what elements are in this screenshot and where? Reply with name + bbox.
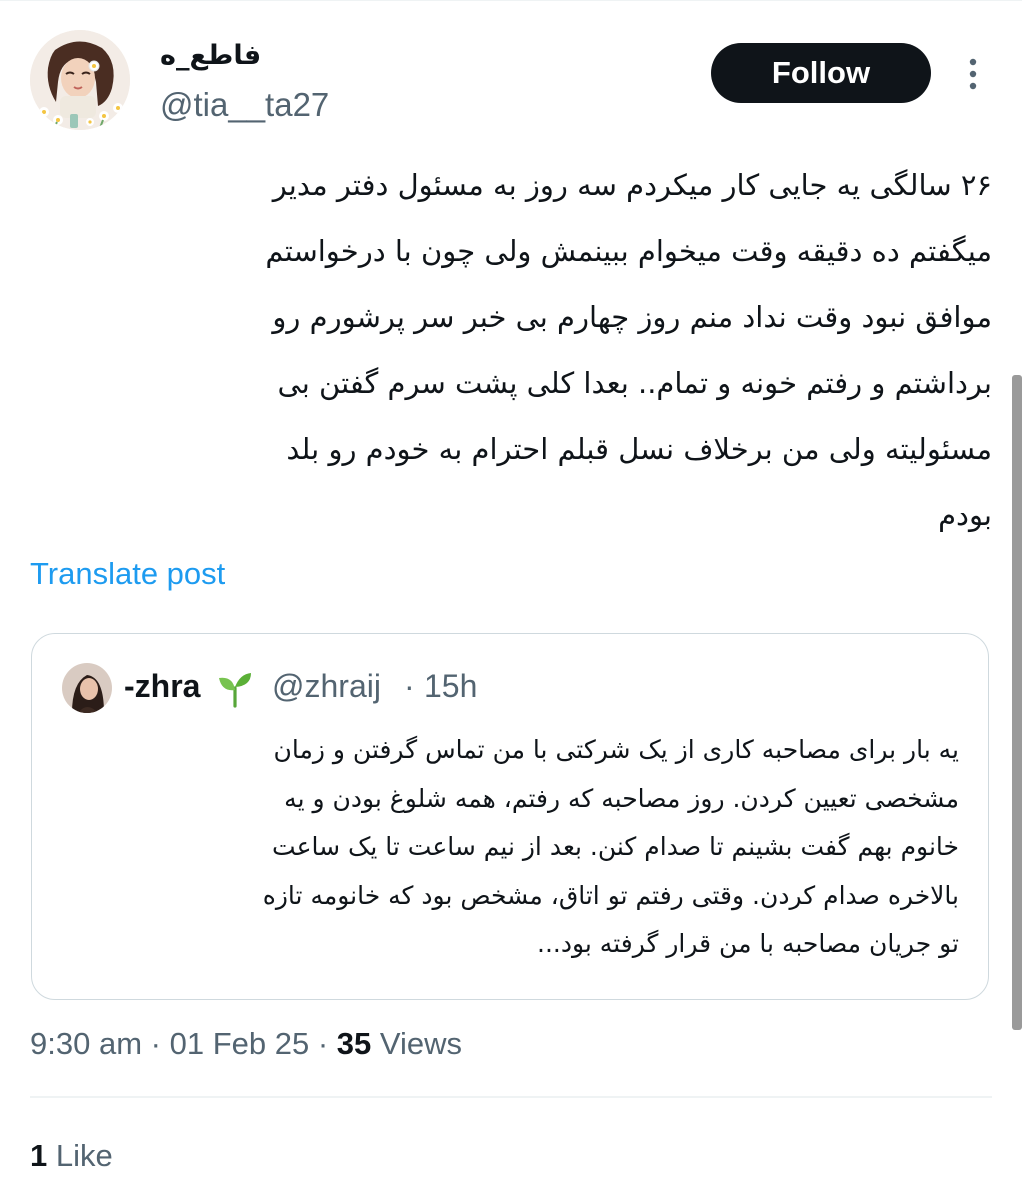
- more-options-icon[interactable]: [958, 56, 988, 92]
- views-count[interactable]: 35: [337, 1026, 371, 1061]
- quoted-line: مشخصی تعیین کردن. روز مصاحبه که رفتم، هم…: [284, 783, 959, 813]
- quoted-author-name[interactable]: -zhra: [124, 668, 200, 705]
- meta-separator: ·: [150, 1026, 161, 1061]
- top-divider: [0, 0, 1022, 1]
- meta-separator: ·: [317, 1026, 329, 1061]
- tweet-line: موافق نبود وقت نداد منم روز چهارم بی خبر…: [272, 300, 992, 334]
- like-label: Like: [55, 1138, 113, 1173]
- tweet-line: بودم: [938, 498, 992, 532]
- translate-post-link[interactable]: Translate post: [30, 556, 225, 592]
- follow-button[interactable]: Follow: [711, 43, 931, 103]
- scrollbar[interactable]: [1012, 375, 1022, 1030]
- tweet-date[interactable]: 01 Feb 25: [170, 1026, 310, 1061]
- quoted-line: تو جریان مصاحبه با من قرار گرفته بود...: [537, 929, 959, 958]
- quoted-separator: ·: [404, 668, 415, 704]
- avatar-illustration: [30, 30, 130, 130]
- tweet-time[interactable]: 9:30 am: [30, 1026, 142, 1061]
- quoted-timestamp[interactable]: 15h: [424, 668, 477, 705]
- quoted-line: خانوم بهم گفت بشینم تا صدام کنن. بعد از …: [272, 832, 959, 861]
- quoted-author-handle[interactable]: @zhraij: [272, 668, 381, 705]
- views-label[interactable]: Views: [380, 1026, 462, 1061]
- author-display-name[interactable]: فاطع_ه: [160, 40, 261, 71]
- tweet-meta: 9:30 am · 01 Feb 25 · 35 Views: [30, 1026, 462, 1062]
- seedling-icon: [216, 670, 254, 708]
- divider: [30, 1096, 992, 1098]
- quoted-tweet-text: یه بار برای مصاحبه کاری از یک شرکتی با م…: [62, 726, 959, 969]
- quoted-avatar-illustration: [62, 663, 112, 713]
- quoted-author-avatar[interactable]: [62, 663, 112, 713]
- like-count: 1: [30, 1138, 48, 1173]
- tweet-line: میگفتم ده دقیقه وقت میخوام ببینمش ولی چو…: [265, 234, 992, 268]
- tweet-line: مسئولیته ولی من برخلاف نسل قبلم احترام ب…: [286, 432, 992, 466]
- tweet-line: برداشتم و رفتم خونه و تمام.. بعدا کلی پش…: [277, 366, 992, 400]
- author-avatar[interactable]: [30, 30, 130, 130]
- author-handle[interactable]: @tia__ta27: [160, 86, 329, 124]
- quoted-line: بالاخره صدام کردن. وقتی رفتم تو اتاق، مش…: [262, 880, 959, 910]
- likes-link[interactable]: 1 Like: [30, 1138, 113, 1174]
- quoted-line: یه بار برای مصاحبه کاری از یک شرکتی با م…: [273, 735, 960, 764]
- tweet-line: ۲۶ سالگی یه جایی کار میکردم سه روز به مس…: [272, 168, 992, 202]
- quoted-tweet-card[interactable]: -zhra @zhraij · 15h یه بار برای مصاحبه ک…: [31, 633, 989, 1000]
- tweet-text: ۲۶ سالگی یه جایی کار میکردم سه روز به مس…: [30, 152, 992, 548]
